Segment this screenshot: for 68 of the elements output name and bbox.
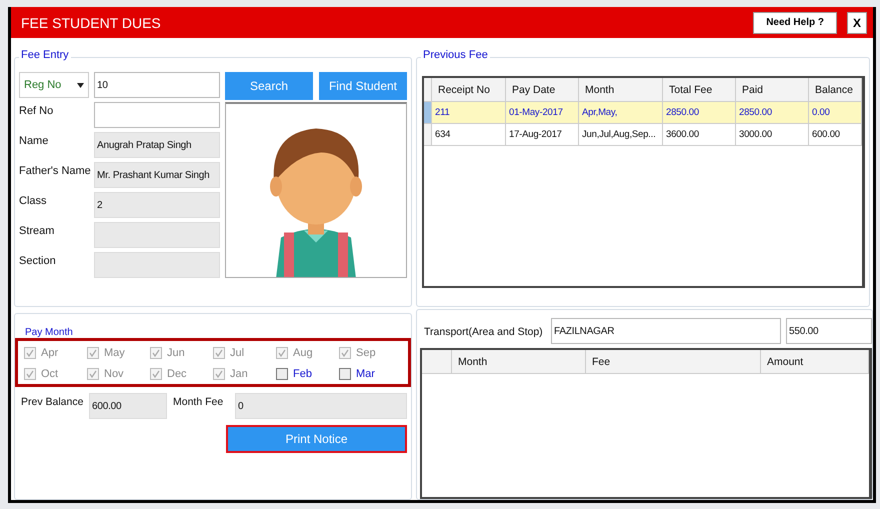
close-button[interactable]: X	[847, 12, 867, 34]
month-fee-field[interactable]: 0	[235, 393, 407, 419]
check-icon	[152, 370, 160, 378]
check-icon	[89, 349, 97, 357]
field-label: Father's Name	[19, 164, 89, 178]
check-icon	[278, 349, 286, 357]
table-cell: 3000.00	[736, 124, 809, 145]
table-row[interactable]: 634 17-Aug-2017 Jun,Jul,Aug,Sep... 3600.00 3000.00 600.00	[424, 124, 862, 146]
column-header[interactable]: Balance	[809, 78, 862, 101]
column-header[interactable]: Amount	[761, 350, 869, 373]
column-header[interactable]: Total Fee	[663, 78, 736, 101]
month-checkbox[interactable]: Aug	[276, 347, 339, 359]
column-header[interactable]: Paid	[736, 78, 809, 101]
field-label: Prev Balance	[21, 395, 83, 409]
field-label: Section	[19, 254, 57, 268]
table-cell: 01-May-2017	[506, 102, 579, 123]
month-checkbox[interactable]: Apr	[24, 347, 87, 359]
panel-title: Previous Fee	[421, 49, 490, 61]
field-label: Ref No	[19, 104, 54, 118]
month-checkbox[interactable]: May	[87, 347, 150, 359]
check-icon	[26, 370, 34, 378]
table-cell: 3600.00	[663, 124, 736, 145]
window-title: FEE STUDENT DUES	[21, 14, 162, 30]
check-icon	[152, 349, 160, 357]
column-header[interactable]: Pay Date	[506, 78, 579, 101]
field-label: Class	[19, 194, 48, 208]
transport-amount-field[interactable]: 550.00	[786, 318, 872, 344]
month-checkbox[interactable]: Mar	[339, 368, 402, 380]
table-cell: 634	[432, 124, 506, 145]
table-cell: 2850.00	[663, 102, 736, 123]
panel-title: Pay Month	[25, 326, 74, 338]
panel-title: Fee Entry	[19, 49, 71, 61]
check-icon	[26, 349, 34, 357]
table-cell: 0.00	[809, 102, 862, 123]
check-icon	[341, 349, 349, 357]
table-row[interactable]: 211 01-May-2017 Apr,May, 2850.00 2850.00 0.00	[424, 102, 862, 124]
column-header[interactable]: Month	[452, 350, 586, 373]
field-label: Stream	[19, 224, 56, 238]
table-cell: Jun,Jul,Aug,Sep...	[579, 124, 663, 145]
help-button[interactable]: Need Help ?	[753, 12, 837, 34]
month-checkbox[interactable]: Jul	[213, 347, 276, 359]
field-label: Name	[19, 134, 50, 148]
search-by-dropdown[interactable]: Reg No	[19, 72, 89, 98]
field-label: Month Fee	[173, 395, 224, 409]
field-label: Transport(Area and Stop)	[424, 325, 544, 339]
column-header[interactable]: Fee	[586, 350, 761, 373]
column-header[interactable]: Receipt No	[432, 78, 506, 101]
table-cell: 17-Aug-2017	[506, 124, 579, 145]
text-field[interactable]	[94, 102, 220, 128]
month-checkbox[interactable]: Feb	[276, 368, 339, 380]
check-icon	[215, 349, 223, 357]
table-cell: 211	[432, 102, 506, 123]
month-checkbox[interactable]: Dec	[150, 368, 213, 380]
transport-area-field[interactable]: FAZILNAGAR	[551, 318, 781, 344]
check-icon	[215, 370, 223, 378]
table-cell: Apr,May,	[579, 102, 663, 123]
column-header[interactable]: Month	[579, 78, 663, 101]
reg-no-field[interactable]: 10	[94, 72, 220, 98]
table-cell: 2850.00	[736, 102, 809, 123]
check-icon	[89, 370, 97, 378]
caret-icon	[77, 82, 84, 88]
table-cell: 600.00	[809, 124, 862, 145]
month-checkbox[interactable]: Nov	[87, 368, 150, 380]
month-checkbox[interactable]: Oct	[24, 368, 87, 380]
month-checkbox[interactable]: Jan	[213, 368, 276, 380]
prev-balance-field[interactable]: 600.00	[89, 393, 167, 419]
month-checkbox[interactable]: Sep	[339, 347, 402, 359]
month-checkbox[interactable]: Jun	[150, 347, 213, 359]
